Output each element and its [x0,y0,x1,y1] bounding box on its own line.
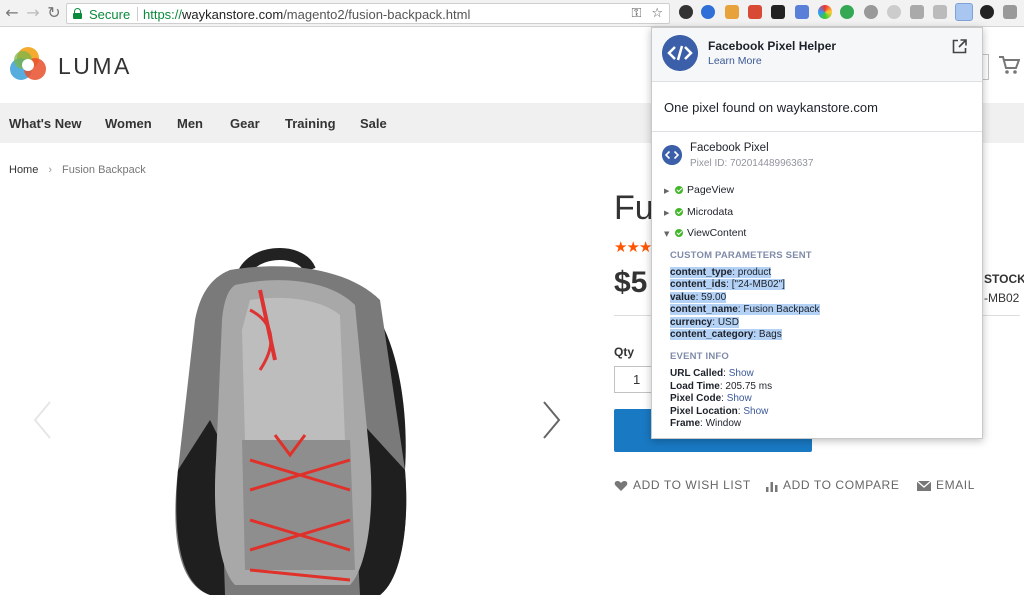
key-icon[interactable]: ⚿ [631,6,641,21]
extension-icon[interactable] [933,5,947,19]
logo-text[interactable]: LUMA [58,53,132,80]
stock-status: STOCK [984,272,1024,286]
show-link[interactable]: Show [727,393,752,404]
envelope-icon [917,480,931,491]
param-row: content_ids: ["24-MB02"] [670,279,785,290]
nav-sale[interactable]: Sale [360,116,387,131]
check-icon [675,208,683,216]
show-link[interactable]: Show [743,406,768,417]
forward-arrow-icon[interactable]: → [24,4,42,22]
extension-icon[interactable] [864,5,878,19]
check-icon [675,186,683,194]
breadcrumb-home[interactable]: Home [9,164,38,176]
pixel-id: Pixel ID: 702014489963637 [690,158,814,169]
show-link[interactable]: Show [729,368,754,379]
extension-icon[interactable] [679,5,693,19]
bookmark-star-icon[interactable]: ☆ [651,6,663,21]
compare-chart-icon [766,481,778,492]
pixel-icon [662,145,682,165]
secure-label: Secure [89,7,131,22]
learn-more-link[interactable]: Learn More [708,55,762,67]
heart-icon [614,480,628,491]
cart-icon[interactable] [998,55,1020,75]
custom-params-header: CUSTOM PARAMETERS SENT [670,250,812,261]
pixel-name: Facebook Pixel [690,142,769,154]
add-to-compare-link[interactable]: ADD TO COMPARE [766,478,899,492]
open-external-icon[interactable] [952,39,967,54]
check-icon [675,229,683,237]
popup-header: Facebook Pixel Helper Learn More [652,28,982,82]
param-row: value: 59.00 [670,292,727,303]
extension-icon[interactable] [795,5,809,19]
nav-gear[interactable]: Gear [230,116,260,131]
expand-triangle-icon: ▶ [664,187,670,195]
extension-icon[interactable] [840,5,854,19]
chevron-right-icon: › [48,164,53,176]
address-bar[interactable]: Secure https://waykanstore.com/magento2/… [66,3,670,24]
param-row: content_category: Bags [670,329,782,340]
extension-icon[interactable] [748,5,762,19]
back-arrow-icon[interactable]: ← [3,4,21,22]
event-info-row: URL Called: Show [670,368,754,379]
popup-title: Facebook Pixel Helper [708,39,837,53]
product-title: Fu [614,189,654,227]
gallery-prev-arrow-icon[interactable] [32,400,54,440]
breadcrumb-current: Fusion Backpack [62,164,146,176]
reload-icon[interactable]: ↻ [45,4,63,22]
email-link[interactable]: EMAIL [917,478,975,492]
nav-training[interactable]: Training [285,116,336,131]
extension-icon[interactable] [725,5,739,19]
pixel-helper-popup: Facebook Pixel Helper Learn More One pix… [651,27,983,439]
add-to-wishlist-link[interactable]: ADD TO WISH LIST [614,478,751,492]
lock-icon [73,8,82,19]
product-image [175,248,407,595]
param-row: content_name: Fusion Backpack [670,304,820,315]
nav-women[interactable]: Women [105,116,152,131]
collapse-triangle-icon: ▼ [664,230,670,238]
product-price: $5 [614,266,648,299]
param-row: content_type: product [670,267,772,278]
extension-icon[interactable] [910,5,924,19]
param-row: currency: USD [670,317,739,328]
event-info-row: Pixel Location: Show [670,406,769,417]
breadcrumb: Home › Fusion Backpack [9,164,146,176]
extension-icon[interactable] [980,5,994,19]
event-viewcontent[interactable]: ▼ ViewContent [664,227,746,239]
extension-icon[interactable] [887,5,901,19]
event-info-row: Pixel Code: Show [670,393,752,404]
pixel-helper-extension-icon[interactable] [955,3,973,21]
nav-whats-new[interactable]: What's New [9,116,81,131]
gallery-next-arrow-icon[interactable] [540,400,562,440]
rating-stars[interactable]: ★★★ [614,238,652,256]
event-pageview[interactable]: ▶ PageView [664,184,734,196]
event-info-row: Frame: Window [670,418,742,429]
url-text: https://waykanstore.com/magento2/fusion-… [143,7,471,22]
extension-icon[interactable] [771,5,785,19]
event-info-row: Load Time: 205.75 ms [670,381,773,392]
browser-toolbar: ← → ↻ Secure https://waykanstore.com/mag… [0,0,1024,27]
event-info-header: EVENT INFO [670,351,730,362]
divider [652,131,982,132]
url-divider [137,7,138,21]
event-microdata[interactable]: ▶ Microdata [664,206,733,218]
extension-icon[interactable] [701,5,715,19]
qty-label: Qty [614,345,635,359]
camera-extension-icon[interactable] [1003,5,1017,19]
pixel-helper-logo-icon [662,35,698,71]
expand-triangle-icon: ▶ [664,209,670,217]
extension-icon[interactable] [818,5,832,19]
pixel-found-summary: One pixel found on waykanstore.com [664,100,878,115]
luma-logo-icon[interactable] [9,46,47,84]
nav-men[interactable]: Men [177,116,203,131]
product-sku: -MB02 [984,291,1020,305]
